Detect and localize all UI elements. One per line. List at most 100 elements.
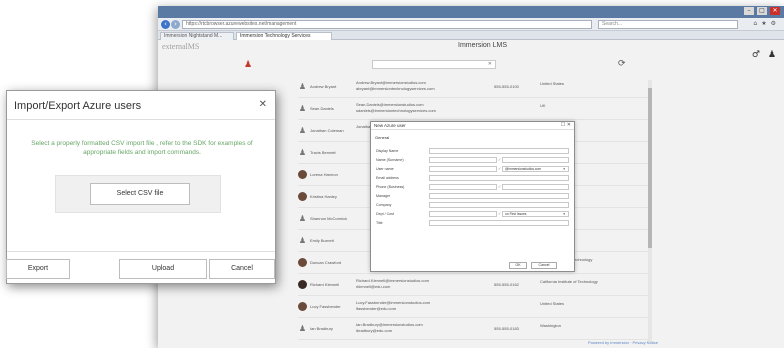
user-organization: United States xyxy=(540,301,565,306)
close-window-button[interactable]: ✕ xyxy=(770,7,780,15)
field-label: Display Name xyxy=(376,149,399,153)
general-section-label: General xyxy=(375,135,390,140)
field-label: Email address xyxy=(376,176,399,180)
text-input[interactable] xyxy=(429,148,569,154)
check-icon: ✓ xyxy=(498,184,502,189)
user-row[interactable]: ♟ Andrew Bryant Andrew.Bryant@immersionstu… xyxy=(298,76,648,98)
browser-tab-2[interactable]: Immersion Technology Services xyxy=(236,32,332,40)
field-label: Title xyxy=(376,221,383,225)
add-user-icon[interactable]: ♟ xyxy=(244,60,252,70)
field-label: Phone (Business) xyxy=(376,185,405,189)
user-icon: ♟ xyxy=(298,126,307,135)
field-label: Dept / Cost xyxy=(376,212,394,216)
window-controls: – □ ✕ xyxy=(744,7,780,15)
text-input[interactable] xyxy=(429,184,497,190)
minimize-button[interactable]: – xyxy=(744,7,754,15)
close-icon[interactable]: ✕ xyxy=(259,99,267,110)
cancel-button[interactable]: Cancel xyxy=(209,259,275,279)
home-icon[interactable]: ⌂ xyxy=(753,20,757,27)
avatar xyxy=(298,302,307,311)
new-user-dialog-header: New Azure user ☐ ✕ xyxy=(371,122,574,130)
user-name: Sean Daniels xyxy=(310,106,334,111)
form-field: Dept / Cost ✓ on First Issues ▾ xyxy=(376,211,571,218)
footer-link[interactable]: Powered by Immersion · Privacy Notice xyxy=(588,340,658,345)
text-input[interactable] xyxy=(502,157,569,163)
gear-icon[interactable]: ⚙ xyxy=(771,20,776,27)
import-instructions: Select a properly formatted CSV import f… xyxy=(31,140,253,156)
user-email: Richard.Klennell@immersionstudios.com rkl… xyxy=(356,278,429,290)
user-name: Ian Bradbury xyxy=(310,326,333,331)
text-input[interactable] xyxy=(429,166,497,172)
field-label: Manager xyxy=(376,194,391,198)
check-icon: ✓ xyxy=(498,157,502,162)
user-organization: UK xyxy=(540,103,546,108)
user-row[interactable]: ♟ Ian Bradbury Ian.Bradbury@immersionstudi… xyxy=(298,318,648,340)
favorites-icon[interactable]: ★ xyxy=(761,20,766,27)
field-label: Company xyxy=(376,203,392,207)
chevron-down-icon: ▾ xyxy=(563,212,565,216)
check-icon: ✓ xyxy=(498,211,502,216)
browser-tab-1[interactable]: Immersion Nightstand M... xyxy=(160,32,234,40)
text-input[interactable] xyxy=(429,175,569,181)
user-email: Ian.Bradbury@immersionstudios.com ibradbu… xyxy=(356,322,423,334)
new-user-dialog-title: New Azure user xyxy=(374,123,406,128)
text-input[interactable] xyxy=(502,184,569,190)
export-button[interactable]: Export xyxy=(6,259,70,279)
browser-title-bar: – □ ✕ xyxy=(158,6,784,18)
user-search-input[interactable]: ✕ xyxy=(372,60,496,69)
dept-select[interactable]: on First Issues ▾ xyxy=(502,211,569,217)
user-row[interactable]: Lucy Fassbender Lucy.Fassbender@immersion… xyxy=(298,296,648,318)
browser-tabs: Immersion Nightstand M... Immersion Tech… xyxy=(158,31,784,40)
user-name: Lucy Fassbender xyxy=(310,304,341,309)
upload-button[interactable]: Upload xyxy=(119,259,207,279)
user-row[interactable]: ♟ Sean Daniels Sean.Daniels@immersionstudi… xyxy=(298,98,648,120)
user-email-secondary: ibradbury@edu.com xyxy=(356,328,393,333)
user-icon: ♟ xyxy=(298,324,307,333)
chevron-down-icon: ▾ xyxy=(563,167,565,171)
clear-search-icon[interactable]: ✕ xyxy=(488,61,492,68)
user-phone: 555-555-0162 xyxy=(494,282,519,287)
import-export-dialog: Import/Export Azure users ✕ Select a pro… xyxy=(6,90,276,284)
check-icon: ✓ xyxy=(498,166,502,171)
user-name: Richard Klennell xyxy=(310,282,340,287)
browser-search-input[interactable]: Search... xyxy=(598,20,738,29)
select-csv-button[interactable]: Select CSV file xyxy=(90,183,190,205)
text-input[interactable] xyxy=(429,220,569,226)
user-name: Andrew Bryant xyxy=(310,84,337,89)
user-email: Sean.Daniels@immersionstudios.com sdaniel… xyxy=(356,102,436,114)
avatar xyxy=(298,280,307,289)
domain-select[interactable]: @immersionstudios.com ▾ xyxy=(502,166,569,172)
user-email: Andrew.Bryant@immersionstudios.com abryan… xyxy=(356,80,435,92)
maximize-button[interactable]: □ xyxy=(757,7,767,15)
file-select-area: Select CSV file xyxy=(55,175,221,213)
ok-button[interactable]: OK xyxy=(509,262,527,269)
avatar xyxy=(298,192,307,201)
scrollbar-thumb[interactable] xyxy=(648,88,652,248)
forward-button[interactable]: › xyxy=(171,20,180,29)
refresh-icon[interactable]: ⟳ xyxy=(618,59,626,69)
user-name: Kristina Hanley xyxy=(310,194,337,199)
user-email-secondary: abryant@immersiontechnologyservices.com xyxy=(356,86,435,91)
text-input[interactable] xyxy=(429,202,569,208)
browser-tool-icons: ⌂ ★ ⚙ xyxy=(753,20,776,27)
user-name: Emily Burnett xyxy=(310,238,334,243)
user-icon: ♟ xyxy=(298,104,307,113)
text-input[interactable] xyxy=(429,193,569,199)
new-user-cancel-button[interactable]: Cancel xyxy=(531,262,557,269)
text-input[interactable] xyxy=(429,157,497,163)
field-label: Name (Surname) xyxy=(376,158,404,162)
new-user-dialog-controls[interactable]: ☐ ✕ xyxy=(561,122,571,128)
form-field: Manager xyxy=(376,193,571,200)
user-name: Jonathan Coleman xyxy=(310,128,344,133)
app-header: externalMS Immersion LMS ♂ ♟ xyxy=(158,40,784,60)
user-organization: Washington xyxy=(540,323,561,328)
text-input[interactable] xyxy=(429,211,497,217)
dept-value: on First Issues xyxy=(505,212,527,216)
back-button[interactable]: ‹ xyxy=(161,20,170,29)
form-field: Phone (Business) ✓ xyxy=(376,184,571,191)
address-bar[interactable]: https://rtcbrowser.azurewebsites.net/man… xyxy=(182,20,592,29)
form-field: Title xyxy=(376,220,571,227)
user-row[interactable]: Richard Klennell Richard.Klennell@immersi… xyxy=(298,274,648,296)
dialog-title: Import/Export Azure users xyxy=(14,100,142,112)
user-icon: ♟ xyxy=(298,148,307,157)
